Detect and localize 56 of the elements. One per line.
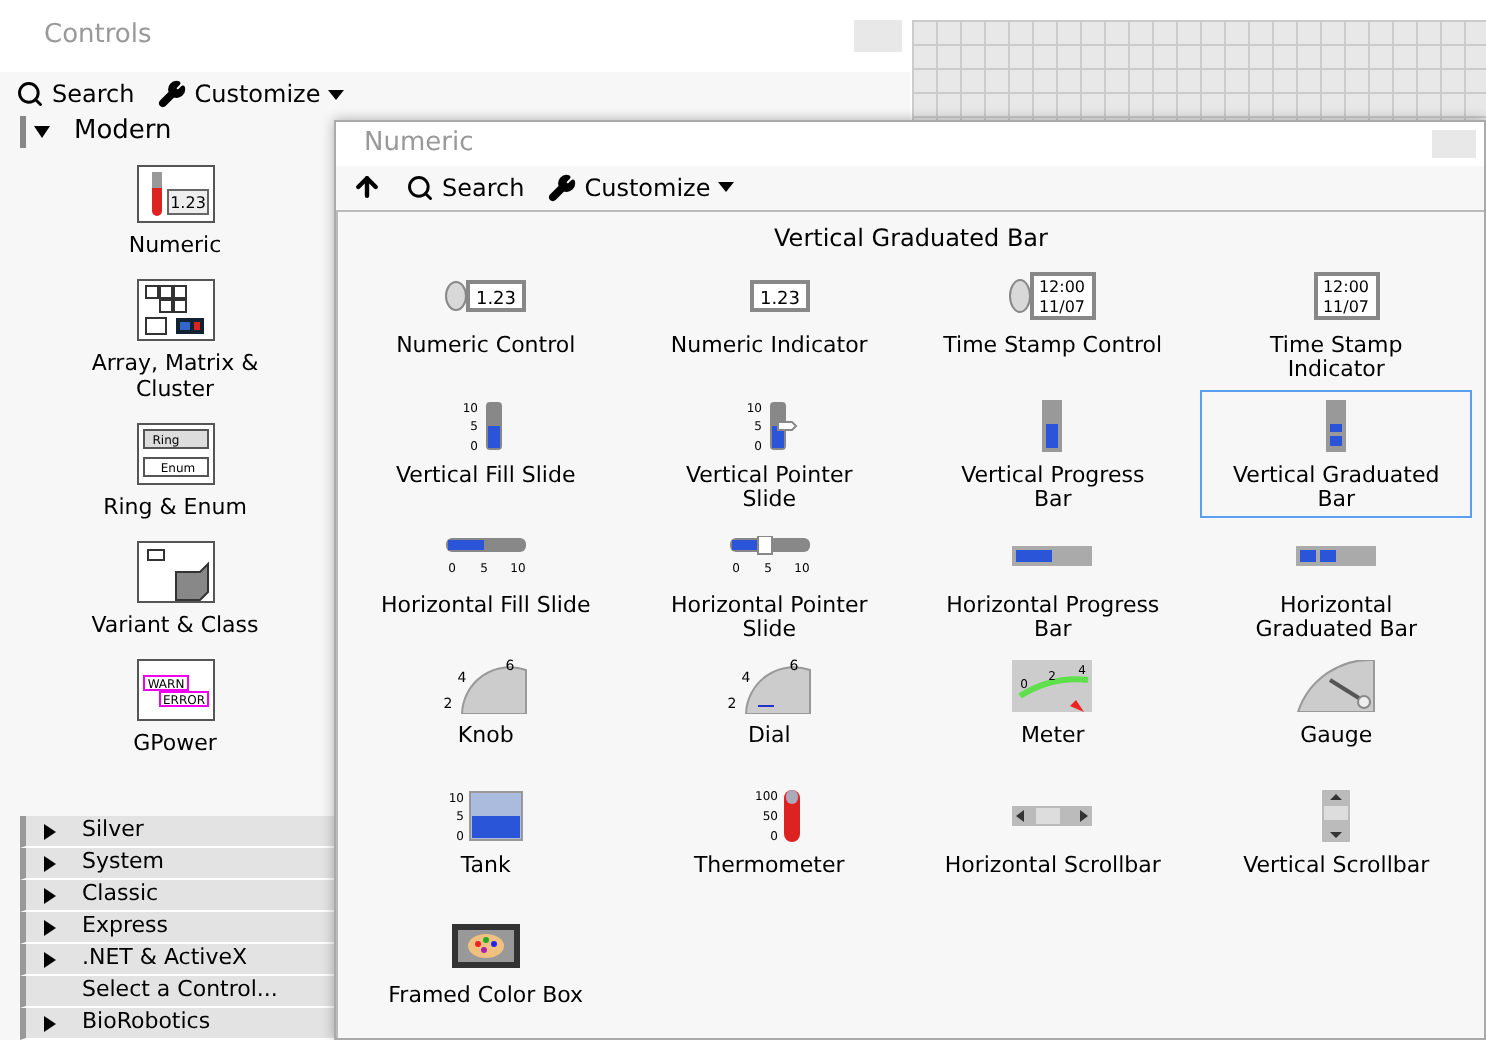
dropdown-caret-icon (718, 182, 735, 193)
search-icon (406, 173, 434, 202)
category-row[interactable]: .NET & ActiveX (20, 944, 340, 976)
customize-button[interactable]: Customize (158, 76, 345, 112)
palette-title: Controls (44, 18, 152, 55)
palette-item-icon (1012, 806, 1093, 826)
category-row[interactable]: System (20, 848, 340, 880)
palette-item-icon (1326, 400, 1347, 452)
palette-title: Numeric (364, 126, 474, 163)
category-label[interactable]: Select a Control... (82, 974, 278, 1008)
palette-item[interactable]: Gauge (1200, 650, 1472, 778)
expanded-triangle-icon[interactable] (34, 124, 50, 140)
category-row[interactable]: Classic (20, 880, 340, 912)
palette-item-icon (1012, 546, 1093, 566)
palette-item[interactable]: Horizontal Scrollbar (917, 780, 1189, 908)
palette-item-icon: 1.23 (135, 164, 215, 224)
palette-item-icon (1322, 790, 1351, 842)
palette-item[interactable]: 1.23 Numeric Control (350, 260, 622, 388)
palette-item-icon (1296, 546, 1377, 566)
category-label[interactable]: Classic (82, 878, 159, 912)
palette-item-icon (1042, 400, 1063, 452)
wrench-icon (548, 173, 577, 202)
wrench-icon (158, 80, 187, 108)
palette-item-icon (1294, 660, 1379, 712)
customize-button[interactable]: Customize (548, 169, 735, 206)
dropdown-caret-icon (328, 89, 345, 99)
palette-item[interactable]: Vertical Scrollbar (1200, 780, 1472, 908)
palette-item[interactable]: 12:00 11/07 Time Stamp Indicator (1200, 260, 1472, 388)
palette-item-icon (135, 278, 215, 342)
palette-item-icon (451, 924, 520, 968)
palette-item[interactable]: Array, Matrix & Cluster (20, 262, 330, 406)
category-label[interactable]: Silver (82, 814, 144, 848)
category-label[interactable]: System (82, 846, 165, 880)
palette-item[interactable]: Horizontal Graduated Bar (1200, 520, 1472, 648)
category-row[interactable]: Select a Control... (20, 976, 340, 1008)
palette-item-icon (135, 540, 215, 604)
palette-item[interactable]: Vertical Graduated Bar (1200, 390, 1472, 518)
palette-item[interactable]: Variant & Class (20, 524, 330, 642)
category-row[interactable]: BioRobotics (20, 1008, 340, 1040)
search-icon (16, 80, 44, 108)
palette-item[interactable]: 12:00 11/07 Time Stamp Control (917, 260, 1189, 388)
palette-item[interactable]: 1.23 Numeric Indicator (633, 260, 905, 388)
category-label[interactable]: BioRobotics (82, 1006, 211, 1040)
collapsed-triangle-icon[interactable] (42, 1015, 58, 1031)
palette-item[interactable]: Framed Color Box (350, 910, 622, 1038)
hover-label: Vertical Graduated Bar (774, 222, 1048, 256)
category-label[interactable]: .NET & ActiveX (82, 942, 248, 976)
category-label[interactable]: Modern (74, 112, 172, 152)
palette-item[interactable]: Horizontal Progress Bar (917, 520, 1189, 648)
category-label[interactable]: Express (82, 910, 168, 944)
palette-item[interactable]: 1.23 Numeric (20, 148, 330, 262)
palette-item[interactable]: Vertical Progress Bar (917, 390, 1189, 518)
category-row[interactable]: Express (20, 912, 340, 944)
search-button[interactable]: Search (406, 169, 525, 206)
search-button[interactable]: Search (16, 76, 135, 112)
category-row[interactable]: Silver (20, 816, 340, 848)
